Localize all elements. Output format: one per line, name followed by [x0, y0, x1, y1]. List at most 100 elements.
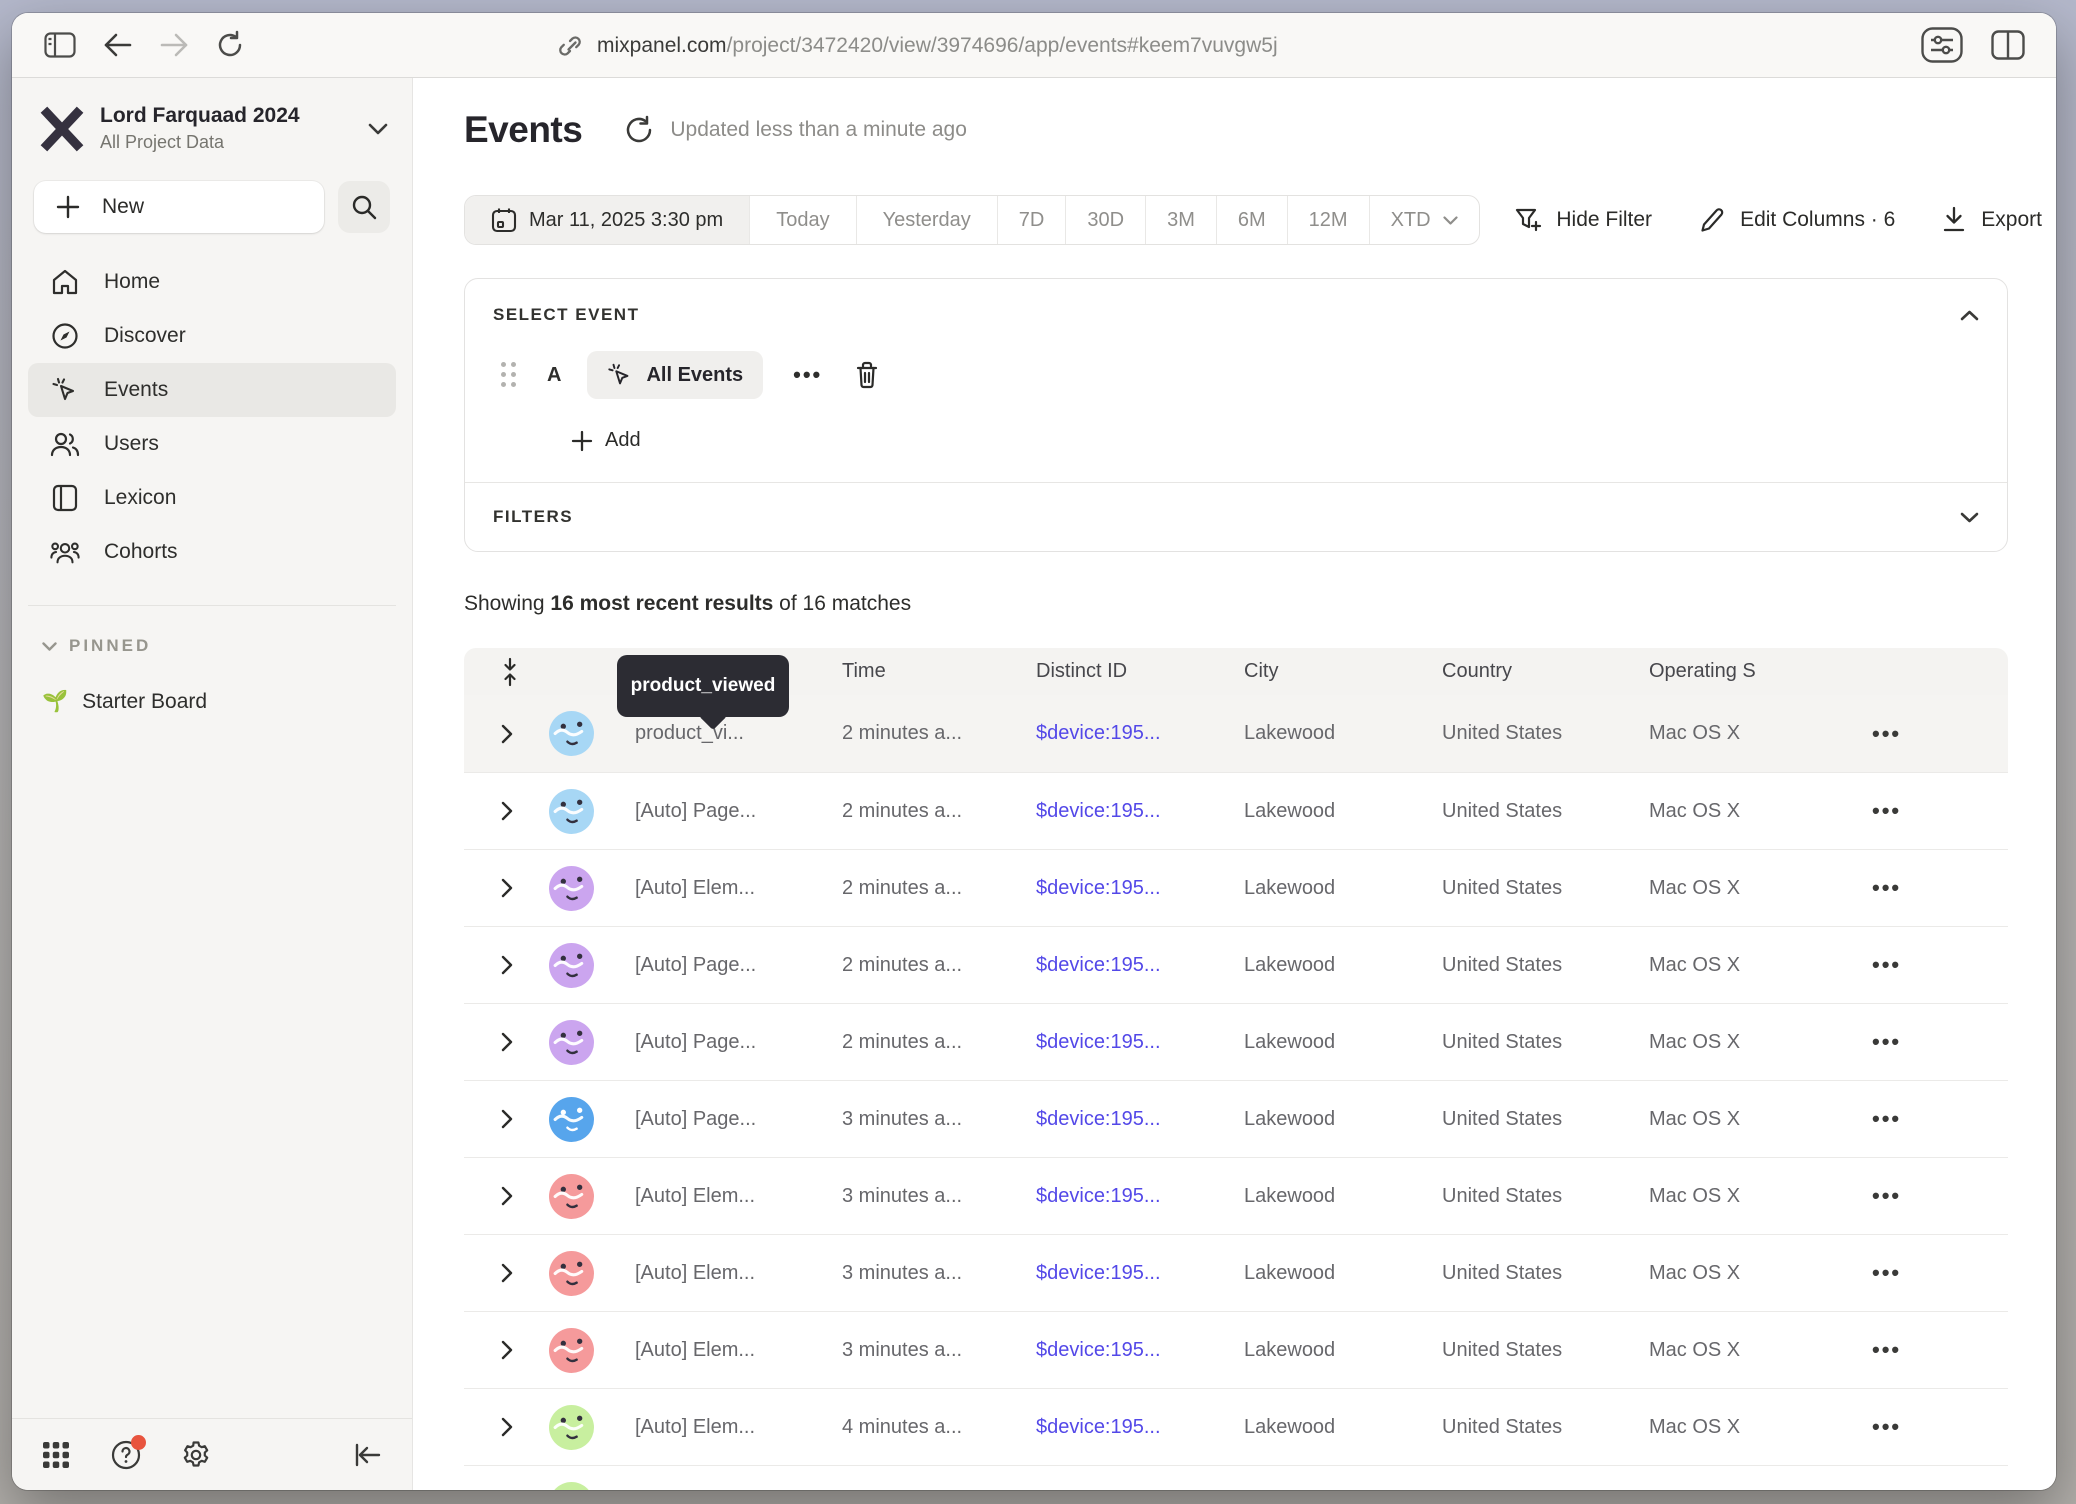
edit-columns-button[interactable]: Edit Columns · 6: [1698, 206, 1895, 234]
row-more-button[interactable]: •••: [1872, 798, 1901, 824]
distinct-id-link[interactable]: $device:195...: [1036, 1339, 1244, 1362]
collapse-rows-icon[interactable]: [500, 657, 520, 687]
expand-row-chevron-icon[interactable]: [501, 724, 513, 744]
row-more-button[interactable]: •••: [1872, 1106, 1901, 1132]
browser-toolbar: mixpanel.com/project/3472420/view/397469…: [12, 13, 2056, 78]
chevron-up-icon[interactable]: [1960, 310, 1979, 321]
country-cell: United States: [1442, 954, 1649, 977]
drag-handle[interactable]: [501, 362, 517, 388]
reload-button[interactable]: [208, 25, 252, 65]
row-more-button[interactable]: •••: [1872, 721, 1901, 747]
chevron-down-icon[interactable]: [1960, 512, 1979, 523]
expand-row-chevron-icon[interactable]: [501, 955, 513, 975]
new-button[interactable]: New: [34, 181, 324, 233]
sidebar-item-home[interactable]: Home: [28, 255, 396, 309]
table-row[interactable]: [Auto] Elem... 3 minutes a... $device:19…: [464, 1157, 2008, 1234]
sidebar: Lord Farquaad 2024 All Project Data New: [12, 78, 413, 1490]
sidebar-item-users[interactable]: Users: [28, 417, 396, 471]
column-header-time[interactable]: Time: [842, 660, 1036, 683]
range-yesterday[interactable]: Yesterday: [856, 196, 997, 244]
distinct-id-link[interactable]: $device:195...: [1036, 1416, 1244, 1439]
distinct-id-link[interactable]: $device:195...: [1036, 1108, 1244, 1131]
expand-row-chevron-icon[interactable]: [501, 1109, 513, 1129]
pinned-section-header[interactable]: PINNED: [42, 636, 412, 656]
notification-dot: [131, 1435, 146, 1450]
column-header-city[interactable]: City: [1244, 660, 1442, 683]
row-more-button[interactable]: •••: [1872, 1029, 1901, 1055]
sidebar-item-discover[interactable]: Discover: [28, 309, 396, 363]
refresh-icon[interactable]: [624, 114, 654, 146]
split-view-icon[interactable]: [1986, 25, 2030, 65]
forward-button[interactable]: [152, 25, 196, 65]
help-icon[interactable]: [110, 1439, 142, 1471]
expand-row-chevron-icon[interactable]: [501, 1340, 513, 1360]
row-more-button[interactable]: •••: [1872, 952, 1901, 978]
table-row[interactable]: [Auto] Page... 2 minutes a... $device:19…: [464, 1003, 2008, 1080]
row-more-button[interactable]: •••: [1872, 875, 1901, 901]
apps-grid-icon[interactable]: [40, 1439, 72, 1471]
table-row[interactable]: [Auto] Elem... 3 minutes a... $device:19…: [464, 1311, 2008, 1388]
project-switcher[interactable]: Lord Farquaad 2024 All Project Data: [12, 78, 412, 153]
sidebar-item-lexicon[interactable]: Lexicon: [28, 471, 396, 525]
row-more-button[interactable]: •••: [1872, 1260, 1901, 1286]
expand-row-chevron-icon[interactable]: [501, 1417, 513, 1437]
sidebar-divider: [28, 605, 396, 606]
distinct-id-link[interactable]: $device:195...: [1036, 800, 1244, 823]
table-row[interactable]: [Auto] Elem... 4 minutes a... $device:19…: [464, 1388, 2008, 1465]
column-header-distinct-id[interactable]: Distinct ID: [1036, 660, 1244, 683]
table-row[interactable]: [Auto] Page... 2 minutes a... $device:19…: [464, 926, 2008, 1003]
plus-icon: [571, 430, 593, 452]
range-xtd-dropdown[interactable]: XTD: [1369, 196, 1479, 244]
event-selector-chip[interactable]: All Events: [587, 351, 763, 399]
expand-row-chevron-icon[interactable]: [501, 1032, 513, 1052]
range-12m[interactable]: 12M: [1287, 196, 1369, 244]
column-header-country[interactable]: Country: [1442, 660, 1649, 683]
sidebar-toggle-icon[interactable]: [38, 25, 82, 65]
address-bar[interactable]: mixpanel.com/project/3472420/view/397469…: [557, 13, 1278, 78]
page-settings-icon[interactable]: [1920, 25, 1964, 65]
table-row[interactable]: [Auto] Elem... 3 minutes a... $device:19…: [464, 1234, 2008, 1311]
collapse-sidebar-icon[interactable]: [352, 1439, 384, 1471]
row-more-button[interactable]: •••: [1872, 1337, 1901, 1363]
distinct-id-link[interactable]: $device:195...: [1036, 1031, 1244, 1054]
event-avatar-icon: [549, 1251, 594, 1296]
table-row[interactable]: [Auto] Elem... 2 minutes a... $device:19…: [464, 849, 2008, 926]
range-6m[interactable]: 6M: [1216, 196, 1287, 244]
date-picker-segment[interactable]: Mar 11, 2025 3:30 pm: [465, 196, 749, 244]
range-7d[interactable]: 7D: [997, 196, 1066, 244]
event-more-button[interactable]: •••: [793, 362, 822, 388]
distinct-id-link[interactable]: $device:195...: [1036, 1185, 1244, 1208]
table-row[interactable]: [464, 1465, 2008, 1490]
search-icon: [351, 194, 377, 220]
back-button[interactable]: [96, 25, 140, 65]
expand-row-chevron-icon[interactable]: [501, 878, 513, 898]
expand-row-chevron-icon[interactable]: [501, 1186, 513, 1206]
sidebar-item-starter-board[interactable]: 🌱 Starter Board: [42, 690, 412, 714]
search-button[interactable]: [338, 181, 390, 233]
sidebar-item-events[interactable]: Events: [28, 363, 396, 417]
table-row[interactable]: [Auto] Page... 2 minutes a... $device:19…: [464, 772, 2008, 849]
time-cell: 2 minutes a...: [842, 800, 1036, 823]
distinct-id-link[interactable]: $device:195...: [1036, 877, 1244, 900]
range-3m[interactable]: 3M: [1145, 196, 1216, 244]
distinct-id-link[interactable]: $device:195...: [1036, 722, 1244, 745]
add-event-button[interactable]: Add: [571, 429, 1979, 452]
sidebar-item-cohorts[interactable]: Cohorts: [28, 525, 396, 579]
expand-row-chevron-icon[interactable]: [501, 801, 513, 821]
trash-icon[interactable]: [854, 361, 880, 389]
row-more-button[interactable]: •••: [1872, 1414, 1901, 1440]
expand-row-chevron-icon[interactable]: [501, 1263, 513, 1283]
table-row[interactable]: [Auto] Page... 3 minutes a... $device:19…: [464, 1080, 2008, 1157]
distinct-id-link[interactable]: $device:195...: [1036, 954, 1244, 977]
hide-filter-button[interactable]: Hide Filter: [1514, 206, 1652, 234]
distinct-id-link[interactable]: $device:195...: [1036, 1262, 1244, 1285]
filters-section[interactable]: FILTERS: [465, 483, 2007, 551]
range-today[interactable]: Today: [749, 196, 855, 244]
export-button[interactable]: Export: [1941, 206, 2042, 234]
range-30d[interactable]: 30D: [1065, 196, 1145, 244]
calendar-icon: [491, 207, 517, 233]
row-more-button[interactable]: •••: [1872, 1183, 1901, 1209]
time-cell: 2 minutes a...: [842, 1031, 1036, 1054]
gear-icon[interactable]: [180, 1439, 212, 1471]
column-header-os[interactable]: Operating S: [1649, 660, 1854, 683]
